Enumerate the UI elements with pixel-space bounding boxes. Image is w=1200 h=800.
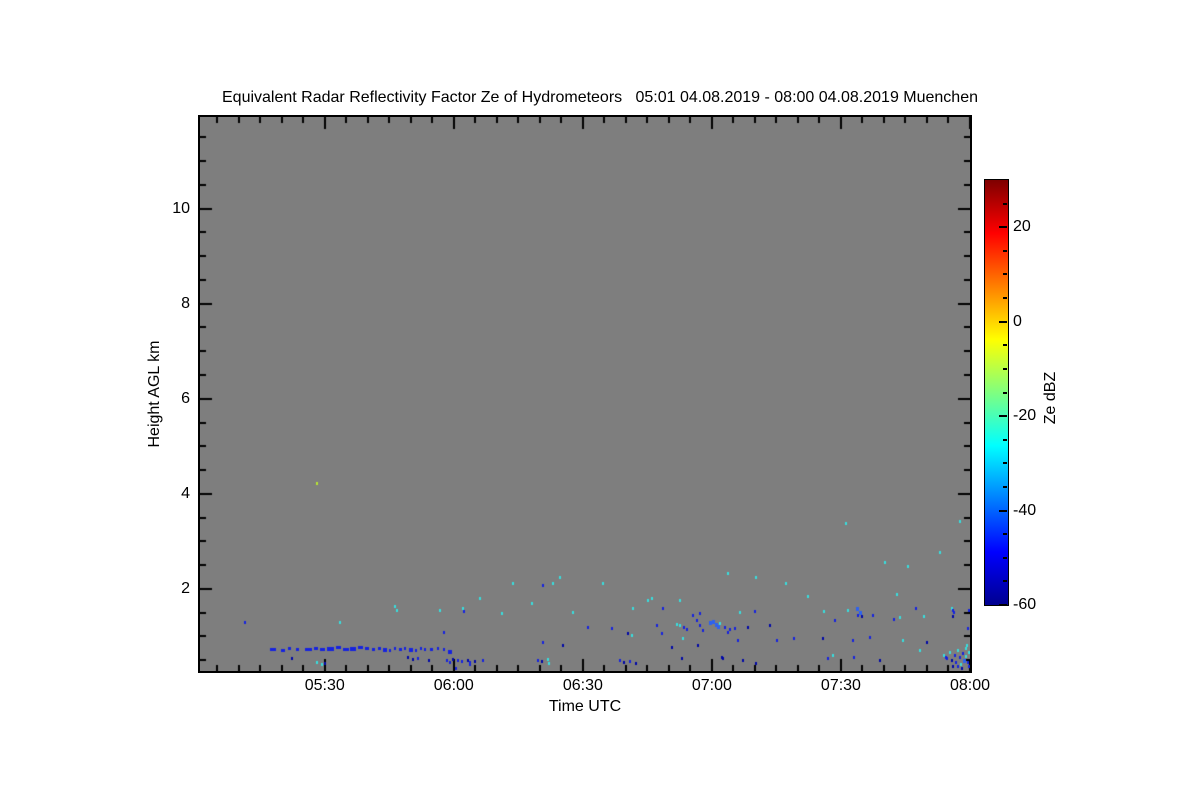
x-tick-label: 07:00	[691, 677, 732, 694]
y-tick-label: 2	[181, 579, 190, 597]
y-tick-label: 8	[181, 294, 190, 312]
radar-time-height-plot	[200, 117, 970, 671]
colorbar-minor-tick	[1003, 580, 1007, 582]
colorbar-major-tick	[999, 604, 1007, 606]
colorbar-minor-tick	[1003, 439, 1007, 441]
plot-area	[198, 115, 972, 673]
x-axis-label: Time UTC	[548, 698, 622, 715]
colorbar-major-tick	[999, 226, 1007, 228]
x-tick-label: 05:30	[304, 677, 345, 694]
colorbar-minor-tick	[1003, 368, 1007, 370]
colorbar-minor-tick	[1003, 486, 1007, 488]
colorbar-tick-label: 0	[1013, 312, 1022, 330]
colorbar-major-tick	[999, 321, 1007, 323]
colorbar-minor-tick	[1003, 273, 1007, 275]
colorbar-minor-tick	[1003, 250, 1007, 252]
y-tick-label: 4	[181, 484, 190, 502]
y-tick-label: 10	[172, 199, 190, 217]
colorbar-major-tick	[999, 415, 1007, 417]
colorbar-minor-tick	[1003, 344, 1007, 346]
colorbar-tick-label: -20	[1013, 407, 1037, 425]
colorbar-tick-label: 20	[1013, 218, 1031, 236]
colorbar-minor-tick	[1003, 462, 1007, 464]
x-tick-label: 08:00	[949, 677, 991, 694]
x-tick-label: 07:30	[820, 677, 861, 694]
y-axis-label: Height AGL km	[146, 340, 163, 448]
colorbar-tick-label: -40	[1013, 501, 1037, 519]
colorbar-minor-tick	[1003, 203, 1007, 205]
plot-title: Equivalent Radar Reflectivity Factor Ze …	[222, 89, 978, 106]
colorbar-axis-label: Ze dBZ	[1042, 371, 1059, 425]
colorbar-minor-tick	[1003, 297, 1007, 299]
x-tick-label: 06:30	[562, 677, 603, 694]
colorbar-tick-label: -60	[1013, 596, 1037, 613]
figure: Equivalent Radar Reflectivity Factor Ze …	[0, 0, 1200, 800]
colorbar-minor-tick	[1003, 533, 1007, 535]
colorbar-minor-tick	[1003, 557, 1007, 559]
colorbar-major-tick	[999, 510, 1007, 512]
colorbar-minor-tick	[1003, 392, 1007, 394]
x-tick-label: 06:00	[433, 677, 474, 694]
